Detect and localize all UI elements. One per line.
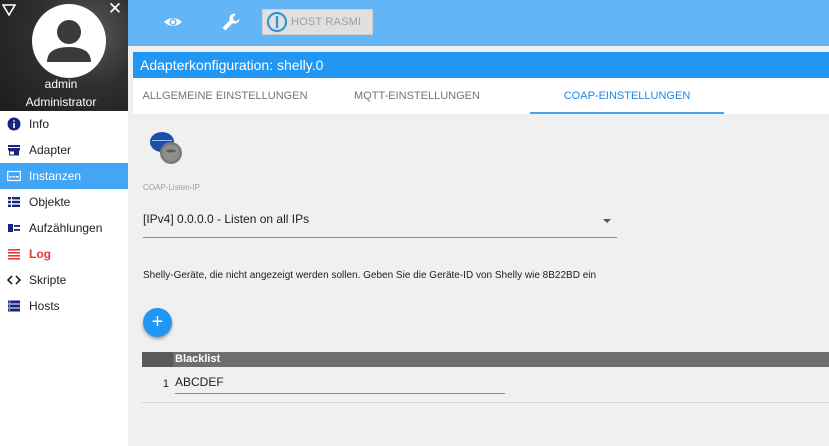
host-label: HOST RASMI [291, 16, 362, 28]
coap-listen-ip-value: [IPv4] 0.0.0.0 - Listen on all IPs [143, 212, 310, 226]
info-icon [7, 117, 21, 131]
blacklist-description: Shelly-Geräte, die nicht angezeigt werde… [143, 270, 597, 281]
sidebar-item-label: Log [29, 247, 51, 261]
code-icon [7, 273, 21, 287]
avatar-icon [32, 4, 106, 78]
sidebar-item-info[interactable]: Info [0, 111, 128, 137]
sidebar-item-label: Skripte [29, 273, 67, 287]
tab-content: COAP-Listen-IP [IPv4] 0.0.0.0 - Listen o… [133, 114, 829, 446]
eye-icon[interactable] [162, 11, 184, 33]
user-role: Administrator [25, 95, 97, 109]
page-title: Adapterkonfiguration: shelly.0 [133, 52, 829, 78]
sidebar-nav: Info Adapter Instanzen Objekte Aufzählun… [0, 111, 128, 319]
blacklist-table-header: Blacklist [142, 352, 829, 367]
blacklist-column-header: Blacklist [175, 353, 221, 365]
sidebar-item-aufzaehlungen[interactable]: Aufzählungen [0, 215, 128, 241]
sidebar-item-label: Hosts [29, 299, 60, 313]
tab-coap-einstellungen[interactable]: COAP-EINSTELLUNGEN [530, 78, 724, 114]
enums-icon [7, 221, 21, 235]
coap-listen-ip-select[interactable]: [IPv4] 0.0.0.0 - Listen on all IPs [143, 205, 617, 238]
shelly-logo-icon [150, 132, 182, 164]
blacklist-entry-input[interactable]: ABCDEF [175, 373, 505, 394]
tab-allgemeine-einstellungen[interactable]: ALLGEMEINE EINSTELLUNGEN [133, 78, 317, 114]
tab-mqtt-einstellungen[interactable]: MQTT-EINSTELLUNGEN [317, 78, 517, 114]
username: admin [44, 77, 78, 91]
instances-icon [7, 169, 21, 183]
row-number-header [142, 352, 173, 367]
log-icon [7, 247, 21, 261]
top-toolbar: HOST RASMI [128, 0, 829, 46]
coap-listen-ip-label: COAP-Listen-IP [143, 183, 200, 192]
host-selector-button[interactable]: HOST RASMI [262, 9, 373, 35]
sidebar-item-hosts[interactable]: Hosts [0, 293, 128, 319]
iobroker-logo-icon [266, 11, 288, 33]
sidebar-item-label: Info [29, 117, 50, 131]
sidebar: ✕ admin Administrator Info Adapter Insta… [0, 0, 128, 446]
list-icon [7, 195, 21, 209]
store-icon [7, 143, 21, 157]
dropdown-arrow-icon [603, 219, 611, 223]
sidebar-item-label: Aufzählungen [29, 221, 103, 235]
wrench-icon[interactable] [220, 11, 242, 33]
sidebar-item-label: Instanzen [29, 169, 82, 183]
sidebar-item-label: Adapter [29, 143, 72, 157]
sidebar-item-log[interactable]: Log [0, 241, 128, 267]
sidebar-item-skripte[interactable]: Skripte [0, 267, 128, 293]
row-number: 1 [162, 378, 169, 390]
menu-toggle-icon[interactable] [2, 3, 16, 17]
sidebar-item-objekte[interactable]: Objekte [0, 189, 128, 215]
storage-icon [7, 299, 21, 313]
sidebar-item-adapter[interactable]: Adapter [0, 137, 128, 163]
sidebar-item-instanzen[interactable]: Instanzen [0, 163, 128, 189]
settings-tabs: ALLGEMEINE EINSTELLUNGEN MQTT-EINSTELLUN… [133, 78, 829, 114]
user-profile: ✕ admin Administrator [0, 0, 128, 111]
sidebar-item-label: Objekte [29, 195, 71, 209]
close-icon[interactable]: ✕ [107, 0, 123, 17]
add-blacklist-entry-button[interactable]: + [143, 308, 172, 337]
table-row: 1 ABCDEF [142, 367, 829, 403]
